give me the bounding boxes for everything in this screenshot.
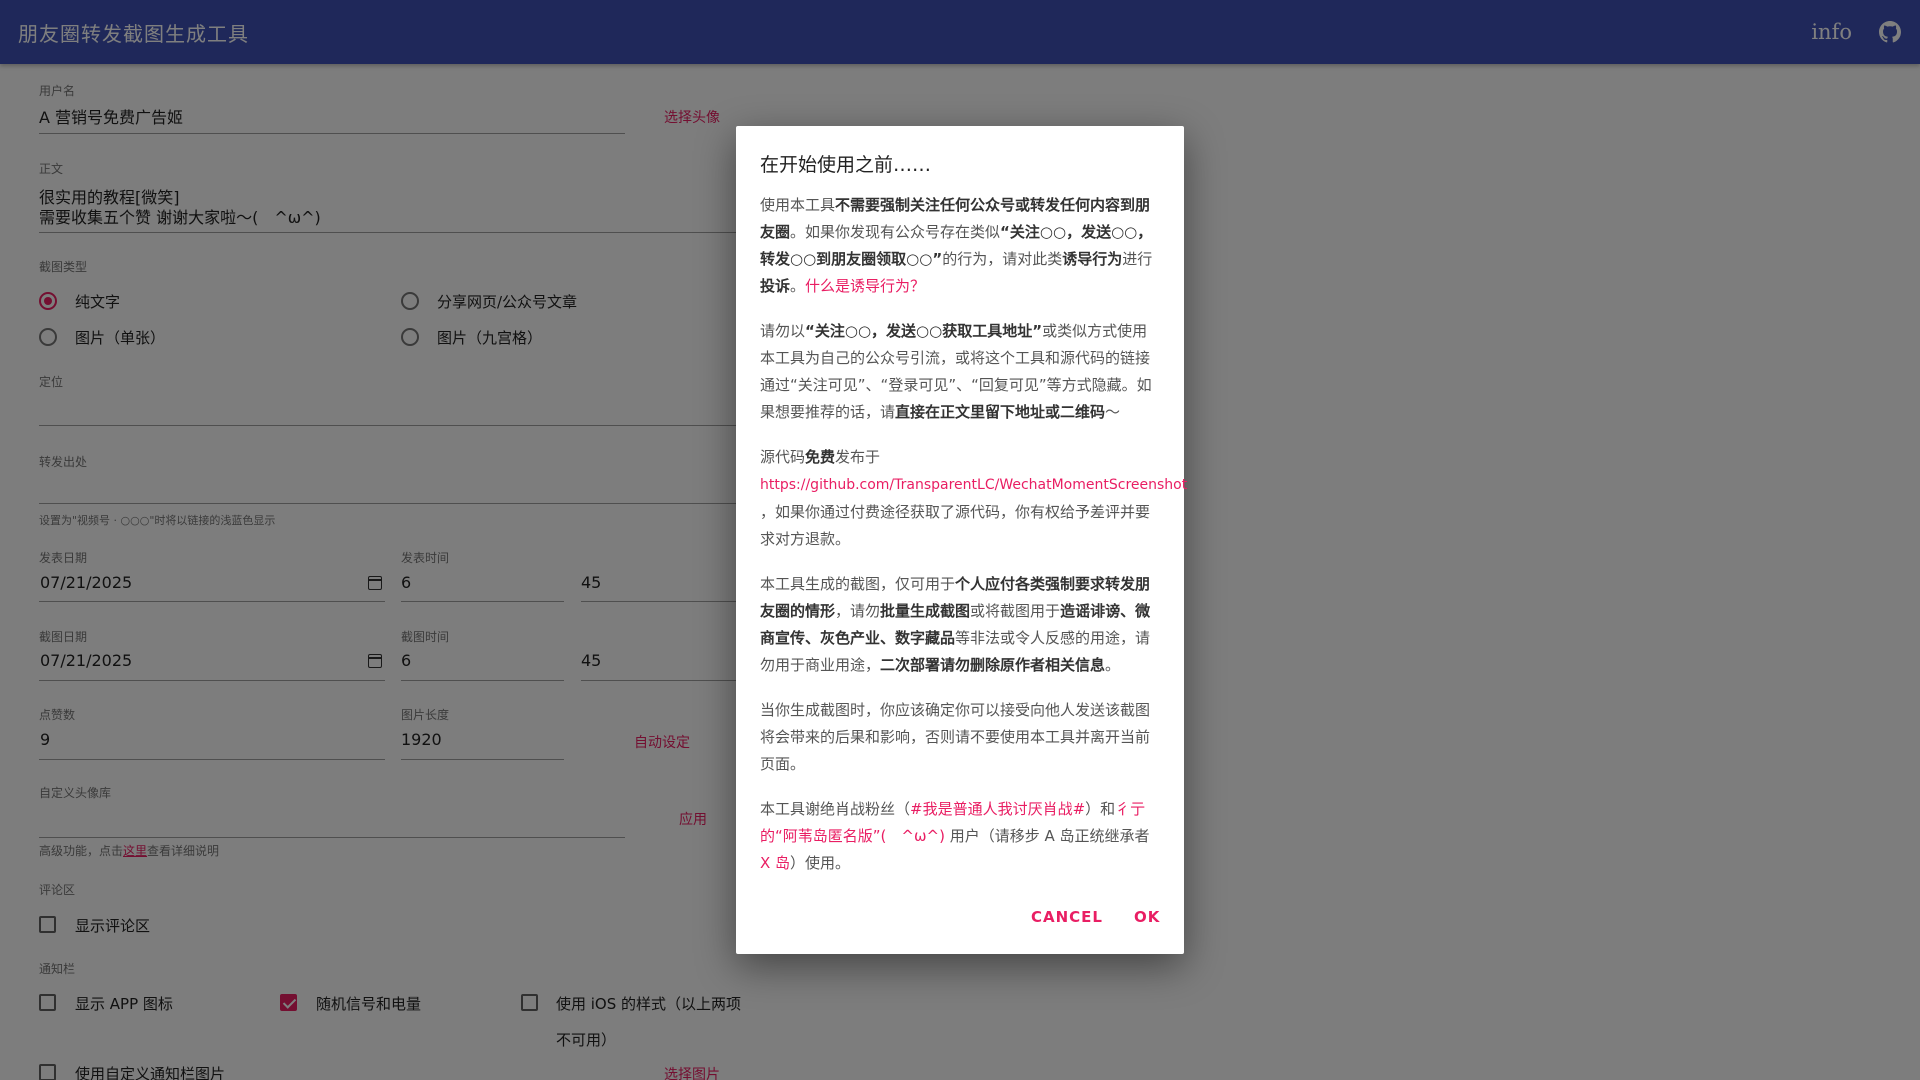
- dialog-body: 使用本工具不需要强制关注任何公众号或转发任何内容到朋友圈。如果你发现有公众号存在…: [760, 192, 1187, 895]
- dialog-paragraph-3: 源代码免费发布于 https://github.com/TransparentLC…: [760, 444, 1187, 553]
- text: 本工具生成的截图，仅可用于: [760, 575, 956, 593]
- text: 。: [1105, 656, 1121, 674]
- source-code-link[interactable]: https://github.com/TransparentLC/WechatM…: [760, 477, 1187, 493]
- what-is-inducement-link[interactable]: 什么是诱导行为？: [805, 277, 925, 295]
- text: ，如果你通过付费途径获取了源代码，你有权给予差评并要求对方退款。: [760, 503, 1151, 548]
- text: 用户（请移步 A 岛正统继承者: [944, 827, 1150, 845]
- text: 。: [790, 277, 806, 295]
- bold-text: 投诉: [760, 277, 791, 295]
- cancel-button[interactable]: CANCEL: [1031, 908, 1103, 926]
- text: 或将截图用于: [970, 602, 1061, 620]
- notice-dialog: 在开始使用之前…… 使用本工具不需要强制关注任何公众号或转发任何内容到朋友圈。如…: [736, 126, 1187, 954]
- bold-text: 直接在正文里留下地址或二维码: [895, 403, 1106, 421]
- bold-text: 免费: [805, 448, 836, 466]
- dialog-title: 在开始使用之前……: [760, 154, 932, 176]
- dialog-paragraph-5: 当你生成截图时，你应该确定你可以接受向他人发送该截图将会带来的后果和影响，否则请…: [760, 701, 1151, 773]
- text: 请勿以: [760, 322, 806, 340]
- bold-text: 批量生成截图: [880, 602, 971, 620]
- dialog-paragraph-4: 本工具生成的截图，仅可用于个人应付各类强制要求转发朋友圈的情形，请勿批量生成截图…: [760, 571, 1160, 679]
- x-island-link[interactable]: X 岛: [760, 854, 790, 872]
- bold-text: 二次部署请勿删除原作者相关信息: [880, 656, 1106, 674]
- text: 使用本工具: [760, 196, 836, 214]
- text: 本工具谢绝肖战粉丝（: [760, 800, 911, 818]
- text: ～: [1105, 403, 1121, 421]
- bold-text: “关注○○，发送○○获取工具地址”: [805, 322, 1043, 340]
- bold-text: 诱导行为: [1062, 250, 1123, 268]
- ok-button[interactable]: OK: [1134, 908, 1160, 926]
- text: 。如果你发现有公众号存在类似: [790, 223, 1001, 241]
- hashtag-link[interactable]: #我是普通人我讨厌肖战#: [910, 800, 1085, 818]
- text: ，请勿: [835, 602, 881, 620]
- text: 进行: [1122, 250, 1153, 268]
- text: ）使用。: [790, 854, 851, 872]
- dialog-paragraph-2: 请勿以“关注○○，发送○○获取工具地址”或类似方式使用本工具为自己的公众号引流，…: [760, 318, 1160, 426]
- text: ）和: [1085, 800, 1116, 818]
- dialog-paragraph-6: 本工具谢绝肖战粉丝（#我是普通人我讨厌肖战#）和彳亍的“阿苇岛匿名版”( ^ω^…: [760, 796, 1160, 877]
- text: 源代码: [760, 448, 806, 466]
- text: 发布于: [835, 448, 881, 466]
- dialog-paragraph-1: 使用本工具不需要强制关注任何公众号或转发任何内容到朋友圈。如果你发现有公众号存在…: [760, 192, 1160, 300]
- text: 的行为，请对此类: [942, 250, 1063, 268]
